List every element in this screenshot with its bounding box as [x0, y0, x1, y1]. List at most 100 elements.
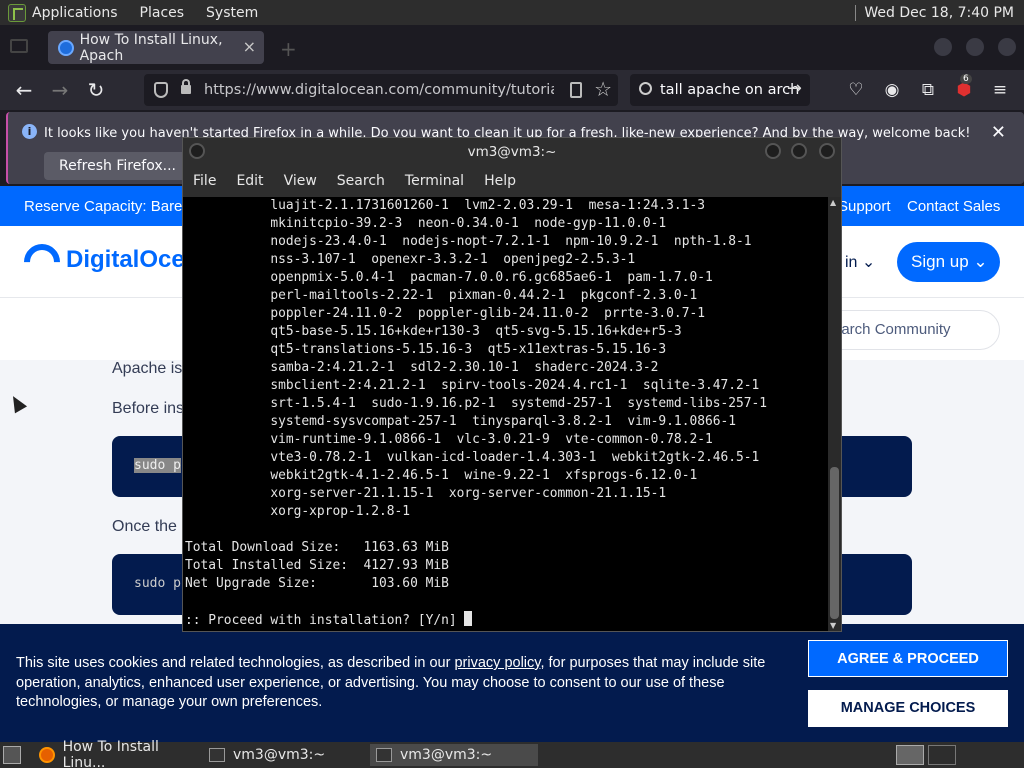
tab-close-icon[interactable]: ×: [243, 37, 256, 56]
top-panel: Applications Places System Wed Dec 18, 7…: [0, 0, 1024, 25]
scrollbar-thumb[interactable]: [830, 467, 839, 619]
cookie-text-part: This site uses cookies and related techn…: [16, 655, 455, 671]
search-go-icon[interactable]: →: [787, 78, 802, 99]
scroll-down-icon[interactable]: ▼: [830, 621, 836, 630]
task-label: How To Install Linu...: [62, 739, 159, 768]
taskbar-terminal[interactable]: vm3@vm3:~: [203, 744, 367, 766]
terminal-line: perl-mailtools-2.22-1 pixman-0.44.2-1 pk…: [185, 288, 698, 303]
terminal-line: Net Upgrade Size: 103.60 MiB: [185, 576, 449, 591]
terminal-icon: [376, 748, 392, 762]
minimize-button[interactable]: [765, 143, 781, 159]
terminal-line: qt5-translations-5.15.16-3 qt5-x11extras…: [185, 342, 667, 357]
close-icon[interactable]: ✕: [991, 122, 1006, 143]
new-tab-icon[interactable]: +: [280, 37, 297, 61]
close-button[interactable]: [819, 143, 835, 159]
signup-label: Sign up: [911, 252, 969, 271]
privacy-policy-link[interactable]: privacy policy: [454, 655, 540, 671]
terminal-titlebar[interactable]: vm3@vm3:~: [183, 138, 841, 164]
menu-view[interactable]: View: [284, 173, 317, 189]
applications-menu[interactable]: Applications: [32, 5, 118, 21]
minimize-window-button[interactable]: [934, 38, 952, 56]
terminal-line: nss-3.107-1 openexr-3.3.2-1 openjpeg2-2.…: [185, 252, 636, 267]
extensions-icon[interactable]: ⧉: [917, 79, 939, 101]
terminal-output[interactable]: luajit-2.1.1731601260-1 lvm2-2.03.29-1 m…: [185, 197, 828, 631]
signup-button[interactable]: Sign up ⌄: [897, 242, 1000, 282]
star-icon[interactable]: ☆: [594, 77, 612, 101]
search-community-input[interactable]: earch Community: [820, 310, 1000, 350]
terminal-line: nodejs-23.4.0-1 nodejs-nopt-7.2.1-1 npm-…: [185, 234, 752, 249]
firefox-tab-bar: How To Install Linux, Apach × +: [0, 25, 1024, 70]
terminal-title: vm3@vm3:~: [467, 144, 557, 160]
terminal-window[interactable]: vm3@vm3:~ File Edit View Search Terminal…: [182, 137, 842, 632]
reload-icon[interactable]: ↻: [84, 78, 108, 102]
terminal-line: samba-2:4.21.2-1 sdl2-2.30.10-1 shaderc-…: [185, 360, 659, 375]
sidebar-icon[interactable]: [10, 39, 28, 53]
terminal-line: luajit-2.1.1731601260-1 lvm2-2.03.29-1 m…: [185, 198, 705, 213]
terminal-line: qt5-base-5.15.16+kde+r130-3 qt5-svg-5.15…: [185, 324, 682, 339]
terminal-line: Total Installed Size: 4127.93 MiB: [185, 558, 449, 573]
text-cursor: [464, 611, 473, 626]
clock[interactable]: Wed Dec 18, 7:40 PM: [864, 5, 1014, 21]
back-icon[interactable]: ←: [12, 78, 36, 102]
terminal-icon: [209, 748, 225, 762]
maximize-button[interactable]: [791, 143, 807, 159]
code-line[interactable]: sudo p: [134, 576, 181, 591]
bottom-taskbar: How To Install Linu... vm3@vm3:~ vm3@vm3…: [0, 739, 1024, 768]
terminal-line: xorg-server-21.1.15-1 xorg-server-common…: [185, 486, 667, 501]
contact-sales-link[interactable]: Contact Sales: [907, 198, 1000, 215]
terminal-line: xorg-xprop-1.2.8-1: [185, 504, 411, 519]
terminal-line: openpmix-5.0.4-1 pacman-7.0.0.r6.gc685ae…: [185, 270, 713, 285]
article-paragraph: Apache is: [112, 360, 183, 377]
ublock-badge: 6: [960, 74, 972, 84]
menu-edit[interactable]: Edit: [236, 173, 263, 189]
cookie-banner: This site uses cookies and related techn…: [0, 624, 1024, 742]
url-bar[interactable]: https://www.digitalocean.com/community/t…: [144, 74, 618, 106]
reader-icon[interactable]: [570, 82, 582, 98]
task-label: vm3@vm3:~: [400, 747, 493, 763]
lock-icon[interactable]: [181, 79, 191, 94]
shield-icon[interactable]: [154, 82, 168, 98]
account-icon[interactable]: ◉: [881, 79, 903, 101]
menu-file[interactable]: File: [193, 173, 216, 189]
digitalocean-logo-icon[interactable]: [16, 236, 68, 288]
url-text[interactable]: https://www.digitalocean.com/community/t…: [204, 82, 554, 98]
info-icon: i: [22, 124, 37, 139]
workspace-1[interactable]: [896, 745, 924, 765]
places-menu[interactable]: Places: [140, 5, 185, 21]
menu-search[interactable]: Search: [337, 173, 385, 189]
login-link[interactable]: in ⌄: [845, 252, 875, 272]
show-desktop-icon[interactable]: [3, 746, 21, 764]
taskbar-firefox[interactable]: How To Install Linu...: [33, 739, 201, 768]
support-link[interactable]: Support: [838, 198, 891, 215]
search-icon: [639, 82, 652, 95]
system-menu[interactable]: System: [206, 5, 258, 21]
search-bar[interactable]: tall apache on arch →: [630, 74, 810, 106]
terminal-menubar: File Edit View Search Terminal Help: [183, 164, 841, 197]
close-window-button[interactable]: [998, 38, 1016, 56]
workspace-2[interactable]: [928, 745, 956, 765]
refresh-firefox-button[interactable]: Refresh Firefox...: [44, 152, 192, 180]
browser-tab[interactable]: How To Install Linux, Apach ×: [48, 31, 264, 64]
terminal-line: webkit2gtk-4.1-2.46.5-1 wine-9.22-1 xfsp…: [185, 468, 698, 483]
maximize-window-button[interactable]: [966, 38, 984, 56]
firefox-nav-bar: ← → ↻ https://www.digitalocean.com/commu…: [0, 70, 1024, 110]
pocket-icon[interactable]: ♡: [845, 79, 867, 101]
agree-proceed-button[interactable]: AGREE & PROCEED: [808, 640, 1008, 677]
distro-logo-icon[interactable]: [8, 3, 26, 22]
manage-choices-button[interactable]: MANAGE CHOICES: [808, 690, 1008, 727]
terminal-scrollbar[interactable]: ▲ ▼: [828, 197, 841, 631]
taskbar-terminal-active[interactable]: vm3@vm3:~: [370, 744, 538, 766]
menu-icon[interactable]: ≡: [989, 79, 1011, 101]
code-line[interactable]: sudo p: [134, 458, 181, 473]
menu-terminal[interactable]: Terminal: [405, 173, 464, 189]
forward-icon[interactable]: →: [48, 78, 72, 102]
promo-text[interactable]: Reserve Capacity: Bare: [24, 198, 182, 215]
logo-text[interactable]: DigitalOce: [66, 246, 185, 274]
panel-separator: [855, 4, 857, 21]
scroll-up-icon[interactable]: ▲: [830, 198, 836, 207]
search-text[interactable]: tall apache on arch: [660, 82, 799, 98]
menu-help[interactable]: Help: [484, 173, 516, 189]
window-menu-button[interactable]: [189, 143, 205, 159]
desktop-screen: Applications Places System Wed Dec 18, 7…: [0, 0, 1024, 768]
